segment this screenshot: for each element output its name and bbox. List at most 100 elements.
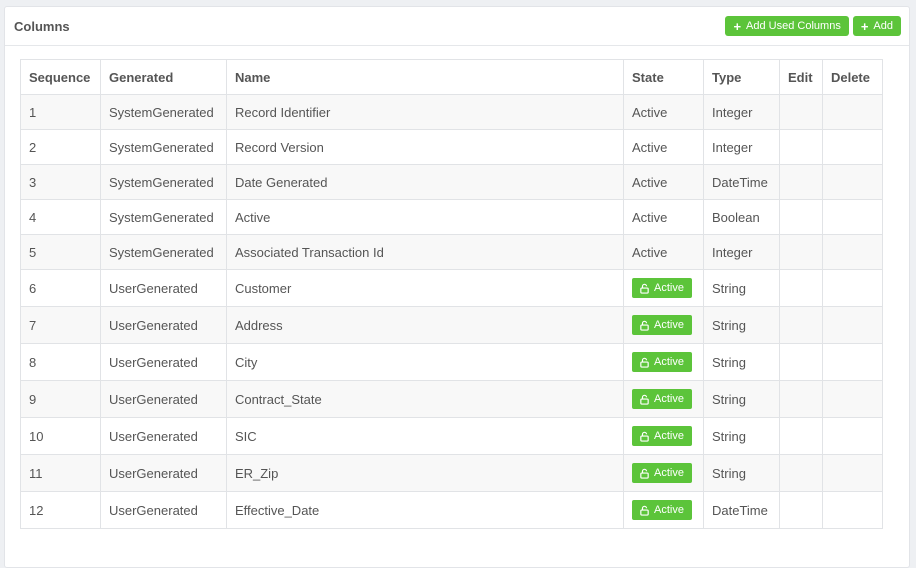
state-badge-button[interactable]: Active [632, 315, 692, 335]
add-label: Add [873, 20, 893, 32]
state-badge-button[interactable]: Active [632, 352, 692, 372]
cell-type: Integer [703, 234, 780, 270]
unlock-icon [640, 283, 649, 294]
header-delete: Delete [821, 59, 884, 95]
cell-type: String [703, 454, 780, 492]
cell-name: Record Version [225, 129, 625, 165]
cell-type: DateTime [703, 491, 780, 529]
header-generated[interactable]: Generated [99, 59, 227, 95]
table-row[interactable]: 3 SystemGenerated Date Generated Active … [20, 164, 884, 200]
header-state[interactable]: State [623, 59, 704, 95]
cell-name: ER_Zip [225, 454, 625, 492]
cell-type: String [703, 269, 780, 307]
cell-state: Active [623, 94, 704, 130]
unlock-icon [640, 505, 649, 516]
cell-name: City [225, 343, 625, 381]
unlock-icon [640, 431, 649, 442]
cell-generated: UserGenerated [99, 306, 227, 344]
cell-generated: SystemGenerated [99, 94, 227, 130]
cell-edit [778, 234, 823, 270]
cell-name: Address [225, 306, 625, 344]
cell-sequence: 12 [20, 491, 101, 529]
state-badge-label: Active [654, 282, 684, 294]
cell-generated: UserGenerated [99, 454, 227, 492]
cell-type: String [703, 417, 780, 455]
cell-delete [821, 164, 884, 200]
state-badge-label: Active [654, 467, 684, 479]
cell-type: Boolean [703, 199, 780, 235]
cell-state: Active [623, 343, 704, 381]
table-row[interactable]: 2 SystemGenerated Record Version Active … [20, 129, 884, 165]
state-text: Active [632, 174, 668, 190]
cell-state: Active [623, 454, 704, 492]
cell-sequence: 3 [20, 164, 101, 200]
state-badge-button[interactable]: Active [632, 426, 692, 446]
cell-name: Effective_Date [225, 491, 625, 529]
cell-delete [821, 491, 884, 529]
cell-sequence: 1 [20, 94, 101, 130]
table-row[interactable]: 11 UserGenerated ER_Zip Active String [20, 454, 884, 492]
cell-edit [778, 269, 823, 307]
cell-delete [821, 129, 884, 165]
unlock-icon [640, 320, 649, 331]
cell-edit [778, 454, 823, 492]
header-sequence[interactable]: Sequence [20, 59, 101, 95]
state-badge-button[interactable]: Active [632, 500, 692, 520]
cell-name: Date Generated [225, 164, 625, 200]
cell-state: Active [623, 306, 704, 344]
header-type[interactable]: Type [703, 59, 780, 95]
table-row[interactable]: 9 UserGenerated Contract_State Active St… [20, 380, 884, 418]
state-text: Active [632, 244, 668, 260]
state-badge-button[interactable]: Active [632, 389, 692, 409]
table-header-row: Sequence Generated Name State Type Edit … [20, 59, 884, 95]
add-used-columns-button[interactable]: + Add Used Columns [725, 16, 849, 36]
state-badge-button[interactable]: Active [632, 278, 692, 298]
table-row[interactable]: 4 SystemGenerated Active Active Boolean [20, 199, 884, 235]
state-text: Active [632, 139, 668, 155]
cell-state: Active [623, 199, 704, 235]
table-row[interactable]: 10 UserGenerated SIC Active String [20, 417, 884, 455]
add-button[interactable]: + Add [852, 16, 901, 36]
cell-delete [821, 343, 884, 381]
cell-generated: UserGenerated [99, 491, 227, 529]
cell-generated: UserGenerated [99, 380, 227, 418]
cell-delete [821, 94, 884, 130]
state-badge-label: Active [654, 319, 684, 331]
state-badge-button[interactable]: Active [632, 463, 692, 483]
cell-edit [778, 491, 823, 529]
cell-generated: UserGenerated [99, 343, 227, 381]
panel-title: Columns [14, 18, 70, 34]
table-row[interactable]: 6 UserGenerated Customer Active String [20, 269, 884, 307]
state-badge-label: Active [654, 504, 684, 516]
header-name[interactable]: Name [225, 59, 625, 95]
cell-type: Integer [703, 129, 780, 165]
table-row[interactable]: 7 UserGenerated Address Active String [20, 306, 884, 344]
cell-generated: SystemGenerated [99, 164, 227, 200]
table-row[interactable]: 8 UserGenerated City Active String [20, 343, 884, 381]
table-row[interactable]: 5 SystemGenerated Associated Transaction… [20, 234, 884, 270]
cell-state: Active [623, 269, 704, 307]
cell-state: Active [623, 129, 704, 165]
cell-sequence: 5 [20, 234, 101, 270]
cell-delete [821, 454, 884, 492]
header-edit: Edit [778, 59, 823, 95]
unlock-icon [640, 357, 649, 368]
cell-sequence: 7 [20, 306, 101, 344]
add-used-columns-label: Add Used Columns [746, 20, 841, 32]
cell-state: Active [623, 380, 704, 418]
cell-generated: SystemGenerated [99, 129, 227, 165]
cell-state: Active [623, 234, 704, 270]
cell-name: Contract_State [225, 380, 625, 418]
cell-name: SIC [225, 417, 625, 455]
columns-table-wrap: Sequence Generated Name State Type Edit … [20, 59, 884, 529]
table-row[interactable]: 1 SystemGenerated Record Identifier Acti… [20, 94, 884, 130]
cell-name: Record Identifier [225, 94, 625, 130]
unlock-icon [640, 468, 649, 479]
cell-type: Integer [703, 94, 780, 130]
cell-generated: UserGenerated [99, 417, 227, 455]
cell-type: String [703, 380, 780, 418]
table-row[interactable]: 12 UserGenerated Effective_Date Active D… [20, 491, 884, 529]
unlock-icon [640, 394, 649, 405]
cell-delete [821, 269, 884, 307]
columns-table: Sequence Generated Name State Type Edit … [20, 59, 884, 529]
